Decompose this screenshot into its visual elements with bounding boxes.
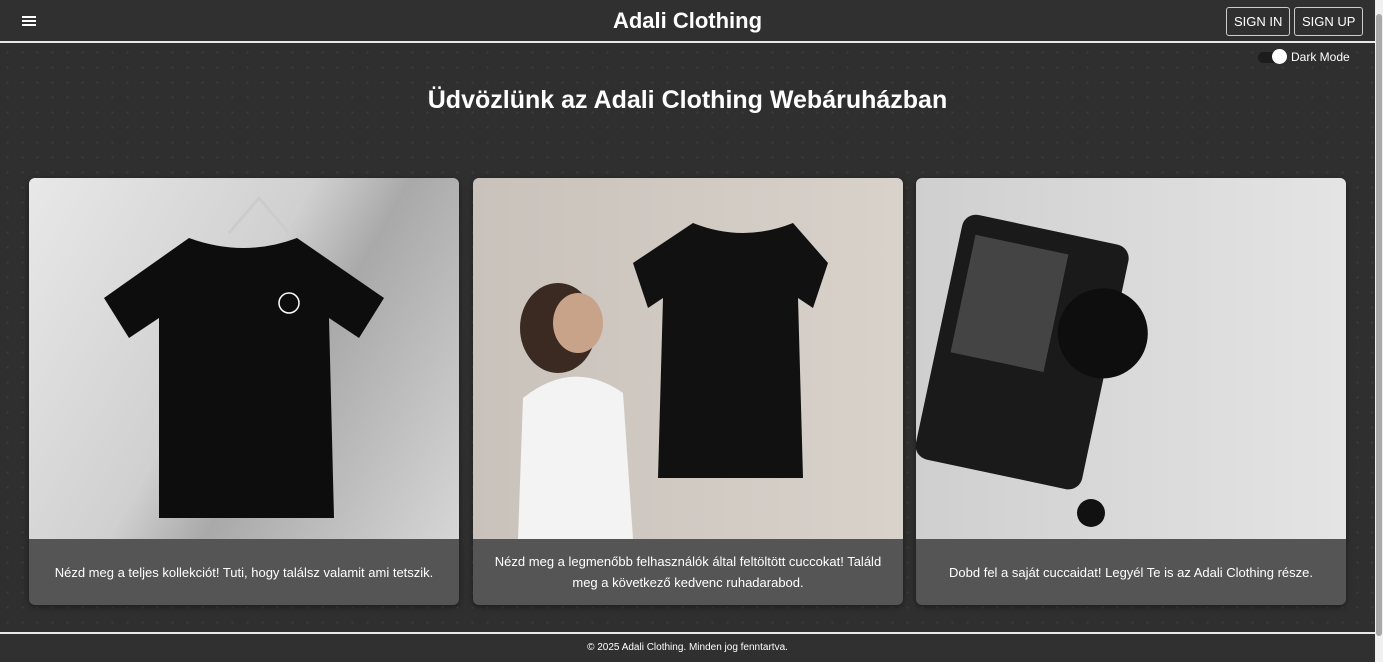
card-caption: Dobd fel a saját cuccaidat! Legyél Te is… bbox=[949, 564, 1313, 580]
site-title: Adali Clothing bbox=[612, 8, 763, 33]
card-caption: Nézd meg a legmenőbb felhasználók által … bbox=[494, 554, 882, 590]
user-uploads-card[interactable]: Nézd meg a legmenőbb felhasználók által … bbox=[473, 178, 903, 605]
woman-holding-tshirt-image bbox=[473, 178, 903, 539]
camera-image bbox=[916, 178, 1346, 539]
footer: © 2025 Adali Clothing. Minden jog fennta… bbox=[0, 632, 1375, 662]
card-caption: Nézd meg a teljes kollekciót! Tuti, hogy… bbox=[54, 564, 434, 580]
dark-mode-toggle[interactable]: Dark Mode bbox=[1258, 48, 1350, 64]
collection-card[interactable]: Nézd meg a teljes kollekciót! Tuti, hogy… bbox=[29, 178, 459, 605]
page: Adali Clothing SIGN IN SIGN UP Dark Mode… bbox=[0, 0, 1375, 662]
header: Adali Clothing SIGN IN SIGN UP bbox=[0, 0, 1375, 43]
page-heading: Üdvözlünk az Adali Clothing Webáruházban bbox=[427, 86, 948, 114]
scrollbar-thumb[interactable] bbox=[1376, 14, 1382, 636]
tshirt-image bbox=[29, 178, 459, 539]
sign-up-button[interactable]: SIGN UP bbox=[1294, 7, 1364, 36]
toggle-switch[interactable] bbox=[1258, 48, 1287, 64]
dark-mode-label: Dark Mode bbox=[1291, 50, 1350, 64]
scrollbar[interactable] bbox=[1375, 0, 1383, 662]
sign-in-button[interactable]: SIGN IN bbox=[1226, 7, 1291, 36]
upload-card[interactable]: Dobd fel a saját cuccaidat! Legyél Te is… bbox=[916, 178, 1346, 605]
